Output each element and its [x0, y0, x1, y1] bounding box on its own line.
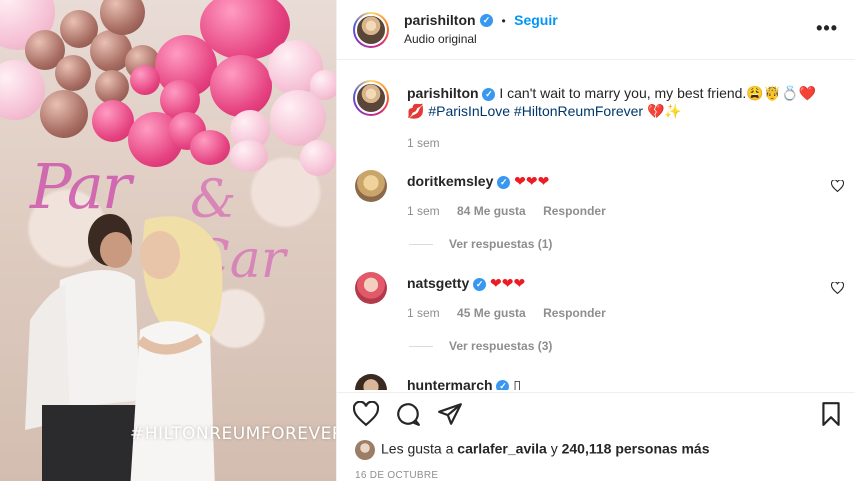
post-panel: parishilton ✓ • Seguir Audio original ••… [336, 0, 855, 481]
balloon [210, 55, 272, 117]
author-avatar[interactable] [353, 12, 389, 48]
comments-scroll-area[interactable]: parishilton ✓ I can't wait to marry you,… [337, 60, 855, 390]
comment-time[interactable]: 1 sem [407, 306, 440, 320]
caption-emoji-lips: 💋 [407, 103, 425, 119]
more-options-icon[interactable]: ••• [816, 18, 838, 39]
liker-avatar[interactable] [355, 440, 375, 460]
comment-time[interactable]: 1 sem [407, 204, 440, 218]
author-username[interactable]: parishilton [404, 12, 476, 28]
comment-bubble-icon[interactable] [395, 401, 421, 427]
verified-icon: ✓ [482, 87, 496, 101]
verified-icon: ✓ [480, 14, 494, 28]
follow-button[interactable]: Seguir [514, 12, 558, 28]
comment-avatar[interactable] [355, 374, 387, 390]
view-replies-label: Ver respuestas (3) [449, 339, 553, 353]
caption-hashtags[interactable]: #ParisInLove #HiltonReumForever [428, 103, 643, 119]
balloon [310, 70, 336, 100]
save-bookmark-icon[interactable] [818, 401, 844, 427]
view-replies-button[interactable]: Ver respuestas (1) [409, 237, 552, 251]
post-header: parishilton ✓ • Seguir Audio original ••… [337, 0, 855, 60]
reply-button[interactable]: Responder [543, 204, 606, 218]
like-comment-heart-icon[interactable] [831, 180, 844, 192]
video-hashtag-overlay: #HILTONREUMFOREVER [130, 424, 336, 444]
balloon [40, 90, 88, 138]
likes-prefix: Les gusta a [381, 440, 458, 457]
post-media[interactable]: Par & Car #HILTONREUMFOREVER [0, 0, 336, 481]
comment-likes[interactable]: 45 Me gusta [457, 306, 526, 320]
reply-button[interactable]: Responder [543, 306, 606, 320]
post-date[interactable]: 16 DE OCTUBRE [355, 470, 438, 481]
comment-avatar[interactable] [355, 170, 387, 202]
balloon [95, 70, 129, 104]
audio-label[interactable]: Audio original [404, 32, 477, 46]
likes-summary: Les gusta a carlafer_avila y 240,118 per… [355, 440, 709, 460]
comment-likes[interactable]: 84 Me gusta [457, 204, 526, 218]
caption-avatar[interactable] [353, 80, 389, 116]
balloon [190, 130, 230, 165]
balloon [130, 65, 160, 95]
likes-middle: y [546, 440, 562, 457]
liker-username[interactable]: carlafer_avila [457, 441, 547, 457]
comment-text: ❤❤❤ [490, 276, 526, 292]
verified-icon: ✓ [497, 175, 511, 189]
balloon [55, 55, 91, 91]
view-replies-button[interactable]: Ver respuestas (3) [409, 339, 552, 353]
comment-username[interactable]: natsgetty [407, 275, 469, 291]
view-replies-label: Ver respuestas (1) [449, 237, 553, 251]
comment-text: ▯ [513, 377, 522, 390]
comment-username[interactable]: doritkemsley [407, 173, 493, 189]
caption-time[interactable]: 1 sem [407, 136, 440, 150]
separator-dot: • [501, 14, 506, 28]
caption-emojis: 😩🤴💍❤️ [746, 85, 817, 101]
action-bar [337, 392, 855, 432]
verified-icon: ✓ [473, 277, 487, 291]
like-heart-icon[interactable] [353, 401, 379, 427]
comment-avatar[interactable] [355, 272, 387, 304]
verified-icon: ✓ [496, 379, 510, 390]
likes-count[interactable]: 240,118 personas más [562, 441, 710, 457]
comment-username[interactable]: huntermarch [407, 377, 493, 390]
like-comment-heart-icon[interactable] [831, 282, 844, 294]
caption-username[interactable]: parishilton [407, 85, 479, 101]
balloon [230, 140, 268, 172]
share-paper-plane-icon[interactable] [437, 401, 463, 427]
caption-text: I can't wait to marry you, my best frien… [495, 85, 747, 101]
comment-text: ❤❤❤ [514, 174, 550, 190]
replies-divider [409, 346, 433, 348]
replies-divider [409, 244, 433, 246]
caption-emoji-end: 💔✨ [646, 103, 682, 119]
